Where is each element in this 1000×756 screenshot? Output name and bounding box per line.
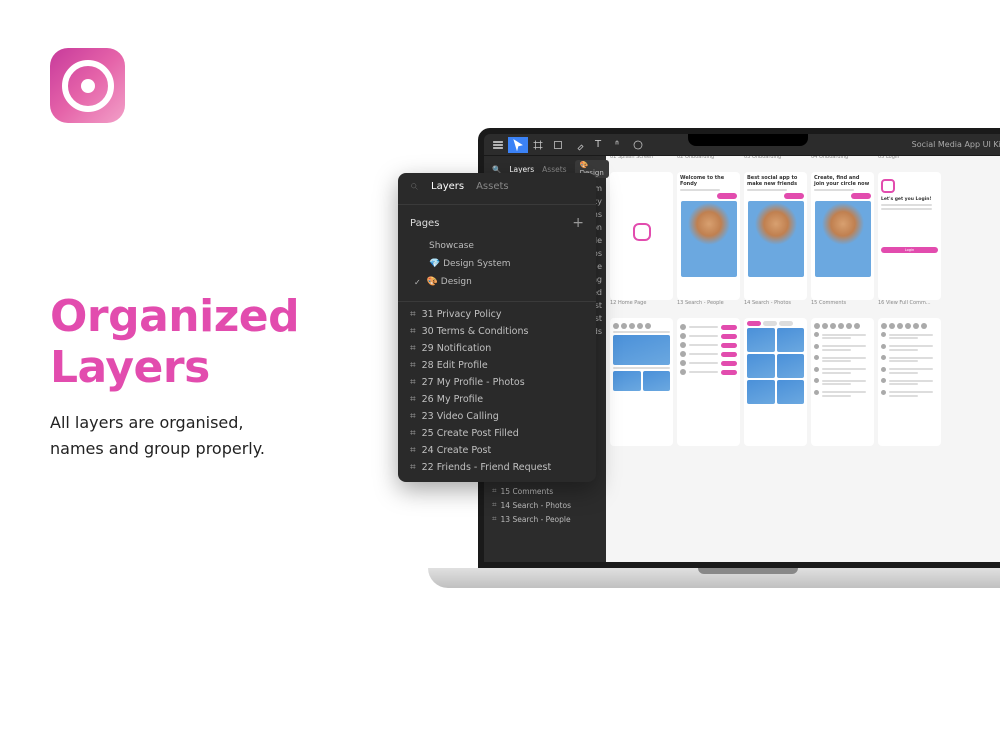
artboard[interactable]: Create, find and join your circle now [811, 172, 874, 300]
frame-icon: ⌗ [410, 428, 416, 439]
layer-item[interactable]: ⌗28 Edit Profile [398, 357, 596, 374]
layer-item[interactable]: ⌗23 Video Calling [398, 408, 596, 425]
brand-logo-icon [50, 48, 125, 123]
frame-icon: ⌗ [410, 394, 416, 405]
laptop-base [428, 568, 1000, 588]
page-title: Organized Layers [50, 292, 299, 393]
pages-label: Pages [410, 218, 439, 229]
frame-icon: ⌗ [492, 486, 497, 496]
laptop-mockup: T Social Media App UI Kit 🔍 Layers Asset… [428, 128, 1000, 608]
layer-item[interactable]: ⌗29 Notification [398, 340, 596, 357]
artboard[interactable] [744, 318, 807, 446]
artboard[interactable] [610, 318, 673, 446]
menu-icon[interactable] [488, 137, 508, 153]
artboard-title: 12 Home Page [610, 300, 646, 306]
frame-icon: ⌗ [410, 411, 416, 422]
layer-item[interactable]: ⌗22 Friends - Friend Request [398, 459, 596, 476]
frame-icon: ⌗ [410, 309, 416, 320]
frame-icon: ⌗ [410, 343, 416, 354]
brand-logo [50, 48, 125, 123]
frame-icon: ⌗ [410, 377, 416, 388]
popup-tab-layers[interactable]: Layers [431, 181, 464, 192]
project-title: Social Media App UI Kit [912, 140, 1000, 149]
add-page-button[interactable]: + [572, 215, 584, 231]
layer-item[interactable]: ⌗26 My Profile [398, 391, 596, 408]
artboard-title: 14 Search - Photos [744, 300, 791, 306]
frame-icon: ⌗ [410, 445, 416, 456]
layer-item[interactable]: ⌗15 Comments [484, 484, 606, 498]
artboard-title: 16 View Full Comm... [878, 300, 931, 306]
pen-tool-icon[interactable] [568, 137, 588, 153]
frame-icon: ⌗ [492, 514, 497, 524]
artboard[interactable]: Best social app to make new friends [744, 172, 807, 300]
artboard[interactable] [677, 318, 740, 446]
popup-tab-assets[interactable]: Assets [476, 181, 509, 192]
search-icon[interactable] [410, 182, 419, 191]
frame-icon: ⌗ [410, 462, 416, 473]
comment-tool-icon[interactable] [628, 137, 648, 153]
artboard[interactable] [878, 318, 941, 446]
artboard[interactable]: Let's get you Login!Login [878, 172, 941, 300]
layer-item[interactable]: ⌗25 Create Post Filled [398, 425, 596, 442]
page-subtitle: All layers are organised, names and grou… [50, 410, 265, 461]
page-item[interactable]: Showcase [398, 237, 596, 255]
layer-item[interactable]: ⌗30 Terms & Conditions [398, 323, 596, 340]
design-canvas[interactable]: 01 Splash Screen02 OnboardingWelcome to … [606, 156, 1000, 562]
artboard[interactable] [811, 318, 874, 446]
layer-item[interactable]: ⌗13 Search - People [484, 512, 606, 526]
page-item[interactable]: 🎨 Design [398, 273, 596, 291]
frame-icon: ⌗ [410, 326, 416, 337]
artboard-title: 15 Comments [811, 300, 846, 306]
move-tool-icon[interactable] [508, 137, 528, 153]
layers-popup: Layers Assets Pages + Showcase💎 Design S… [398, 173, 596, 482]
text-tool-icon[interactable]: T [588, 137, 608, 153]
frame-icon: ⌗ [410, 360, 416, 371]
page-item[interactable]: 💎 Design System [398, 255, 596, 273]
artboard[interactable]: Welcome to the Fondy [677, 172, 740, 300]
layer-item[interactable]: ⌗24 Create Post [398, 442, 596, 459]
frame-tool-icon[interactable] [528, 137, 548, 153]
layer-item[interactable]: ⌗27 My Profile - Photos [398, 374, 596, 391]
notch [688, 134, 808, 146]
artboard-title: 13 Search - People [677, 300, 724, 306]
shape-tool-icon[interactable] [548, 137, 568, 153]
hand-tool-icon[interactable] [608, 137, 628, 153]
layer-item[interactable]: ⌗31 Privacy Policy [398, 306, 596, 323]
layer-item[interactable]: ⌗14 Search - Photos [484, 498, 606, 512]
frame-icon: ⌗ [492, 500, 497, 510]
artboard[interactable] [610, 172, 673, 300]
